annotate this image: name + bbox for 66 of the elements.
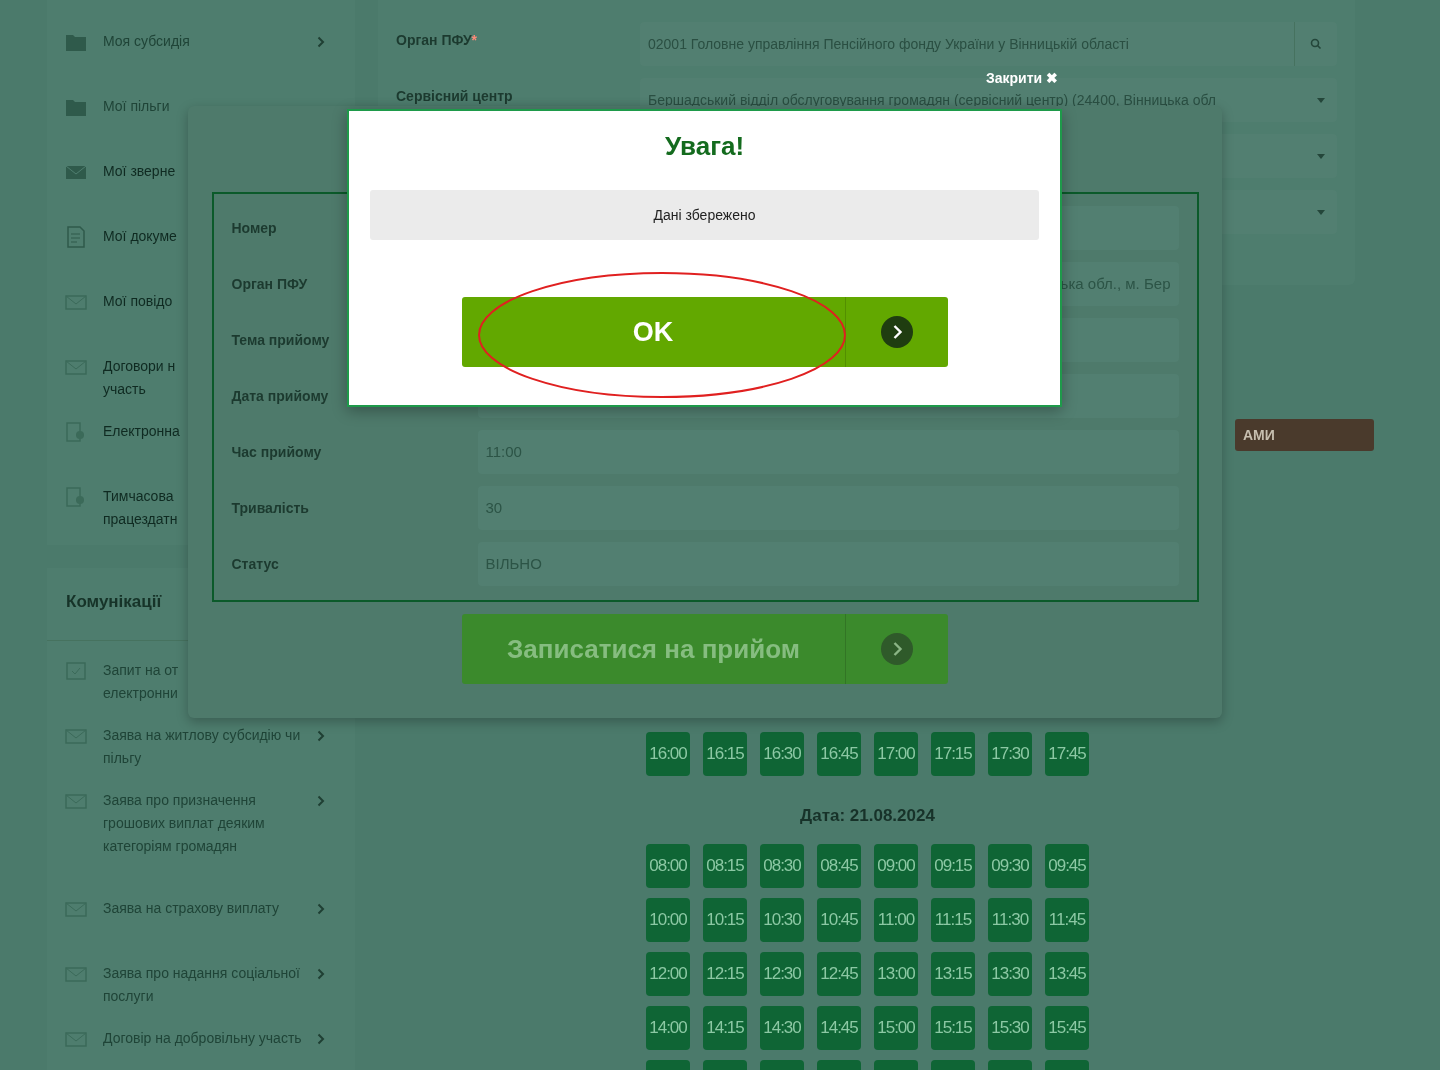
field-label: Номер <box>231 220 278 236</box>
caret-down-icon <box>1317 98 1325 103</box>
field-label: Тривалість <box>231 500 310 516</box>
time-slot-button[interactable]: 14:30 <box>760 1006 804 1050</box>
time-slot-button[interactable]: 16:30 <box>760 732 804 776</box>
time-slot-button[interactable]: 09:15 <box>931 844 975 888</box>
time-slot-button[interactable]: 10:00 <box>646 898 690 942</box>
message-box: Дані збережено <box>370 190 1039 240</box>
time-slot-button[interactable]: 12:45 <box>817 952 861 996</box>
time-slot-button[interactable]: 10:15 <box>703 898 747 942</box>
time-slot-button[interactable]: 09:45 <box>1045 844 1089 888</box>
time-slot-button[interactable]: 14:45 <box>817 1006 861 1050</box>
time-slot-button[interactable]: 10:30 <box>760 898 804 942</box>
caret-down-icon <box>1317 210 1325 215</box>
time-slot-button[interactable]: 15:30 <box>988 1006 1032 1050</box>
sidebar-item[interactable]: Заява на житлову субсидію чи пільгу <box>103 724 303 770</box>
field-label: Тема прийому <box>231 332 331 348</box>
sidebar-item[interactable]: Заява про надання соціальної послуги <box>103 962 303 1008</box>
time-slot-button[interactable]: 16:00 <box>646 732 690 776</box>
time-slot-button[interactable]: 08:30 <box>760 844 804 888</box>
time-slot-button[interactable]: 09:00 <box>874 844 918 888</box>
time-slot-button[interactable]: 11:15 <box>931 898 975 942</box>
time-slot-button[interactable]: 08:00 <box>646 844 690 888</box>
caret-down-icon <box>1317 154 1325 159</box>
time-slot-button[interactable]: 08:15 <box>703 844 747 888</box>
time-slot-button[interactable]: 17:00 <box>874 732 918 776</box>
arrow-circle-icon <box>881 633 913 665</box>
ok-button[interactable]: OK <box>461 297 948 367</box>
time-slot-button[interactable]: 13:30 <box>988 952 1032 996</box>
time-slot-button[interactable]: 16:15 <box>703 732 747 776</box>
sidebar-item[interactable]: Заява про призначення грошових виплат деяким категоріям громадян <box>103 789 303 858</box>
time-slot-button[interactable]: 17:45 <box>1045 732 1089 776</box>
field-label: Сервісний центр <box>396 87 514 104</box>
time-slot-button[interactable]: 16:45 <box>817 732 861 776</box>
dialog-title: Увага! <box>664 131 745 162</box>
time-slot-button[interactable]: 13:00 <box>874 952 918 996</box>
field-label: Дата прийому <box>231 388 330 404</box>
time-slot-button[interactable]: 11:00 <box>874 898 918 942</box>
time-slot-button[interactable]: 17:15 <box>931 732 975 776</box>
date-heading: Дата: 21.08.2024 <box>799 806 936 826</box>
field-label: Час прийому <box>231 444 323 460</box>
time-slot-button[interactable]: 14:00 <box>646 1006 690 1050</box>
time-slot-button[interactable]: 14:15 <box>703 1006 747 1050</box>
time-slot-button[interactable]: 15:45 <box>1045 1006 1089 1050</box>
document-icon <box>65 226 87 248</box>
time-slot-button[interactable]: 17:30 <box>988 732 1032 776</box>
arrow-circle-icon <box>880 316 913 348</box>
search-icon <box>1310 38 1322 50</box>
time-slot-button[interactable]: 12:00 <box>646 952 690 996</box>
time-slot-button[interactable]: 10:45 <box>817 898 861 942</box>
field-label: Орган ПФУ* <box>396 31 479 48</box>
time-slot-button[interactable]: 12:15 <box>703 952 747 996</box>
time-slot-button[interactable]: 15:15 <box>931 1006 975 1050</box>
time-slot-button[interactable]: 13:15 <box>931 952 975 996</box>
time-slot-button[interactable]: 11:30 <box>988 898 1032 942</box>
time-slot-button[interactable]: 11:45 <box>1045 898 1089 942</box>
sidebar-item[interactable]: Договір на добровільну участь <box>103 1027 303 1050</box>
time-slot-button[interactable]: 09:30 <box>988 844 1032 888</box>
sidebar-item[interactable]: Заява на страхову виплату <box>103 897 303 920</box>
submit-button[interactable]: Записатися на прийом <box>462 614 948 684</box>
field-label: Орган ПФУ <box>231 276 309 292</box>
time-slot-button[interactable]: 12:30 <box>760 952 804 996</box>
time-slot-button[interactable]: 15:00 <box>874 1006 918 1050</box>
time-slot-button[interactable]: 13:45 <box>1045 952 1089 996</box>
time-slot-button[interactable]: 08:45 <box>817 844 861 888</box>
action-button[interactable]: АМИ <box>1235 419 1374 451</box>
